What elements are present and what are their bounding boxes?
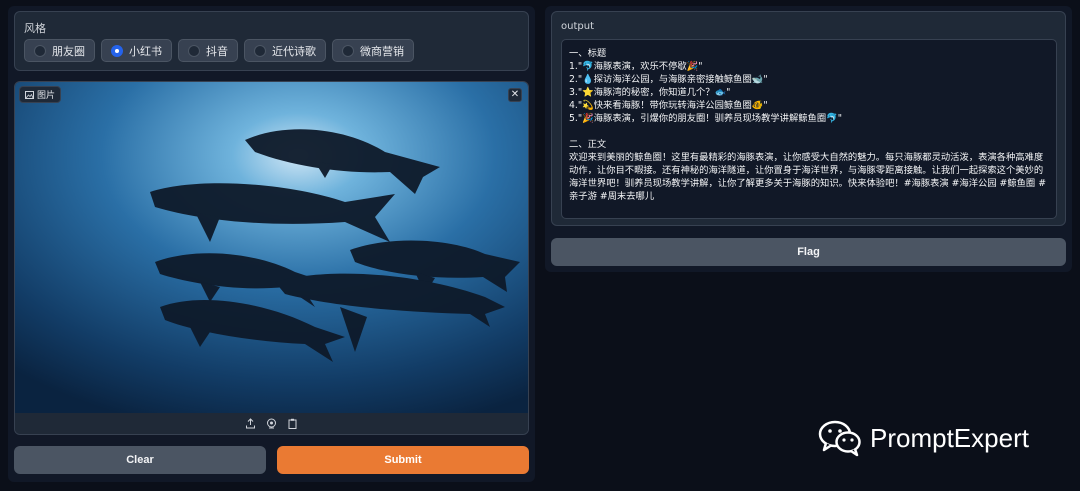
radio-dot[interactable] (188, 44, 200, 57)
output-spacer (569, 125, 1049, 138)
style-option-modern-poetry[interactable]: 近代诗歌 (244, 39, 326, 62)
image-toolbar (15, 413, 528, 434)
output-block: output 一、标题 1."🐬海豚表演，欢乐不停歇🎉" 2."💧探访海洋公园，… (551, 11, 1066, 226)
flag-button[interactable]: Flag (551, 238, 1066, 266)
output-title-1: 1."🐬海豚表演，欢乐不停歇🎉" (569, 61, 703, 72)
output-panel: output 一、标题 1."🐬海豚表演，欢乐不停歇🎉" 2."💧探访海洋公园，… (545, 6, 1072, 272)
image-label-text: 图片 (37, 91, 56, 101)
webcam-icon[interactable] (266, 418, 278, 430)
radio-dot[interactable] (342, 44, 354, 57)
watermark: PromptExpert (818, 419, 1029, 457)
submit-button[interactable]: Submit (277, 446, 529, 474)
output-title-4: 4."💫快来看海豚！带你玩转海洋公园鲸鱼圈🐠" (569, 100, 768, 111)
output-title-3: 3."⭐海豚湾的秘密，你知道几个？🐟" (569, 87, 731, 98)
watermark-text: PromptExpert (870, 422, 1029, 453)
upload-icon[interactable] (245, 418, 257, 430)
close-icon[interactable]: ✕ (508, 88, 522, 102)
image-icon (25, 90, 34, 99)
option-label: 微商营销 (360, 44, 404, 58)
style-options: 朋友圈 小红书 抖音 近代诗歌 微商营销 (24, 39, 414, 62)
output-label: output (561, 21, 594, 32)
radio-dot[interactable] (34, 44, 46, 57)
clipboard-icon[interactable] (287, 418, 299, 430)
style-option-douyin[interactable]: 抖音 (178, 39, 238, 62)
image-label: 图片 (19, 86, 62, 103)
output-title-5: 5."🎉海豚表演，引爆你的朋友圈！驯养员现场教学讲解鲸鱼圈🐬" (569, 113, 842, 124)
style-option-wechat-marketing[interactable]: 微商营销 (332, 39, 414, 62)
output-title-2: 2."💧探访海洋公园，与海豚亲密接触鲸鱼圈🐋" (569, 74, 768, 85)
input-panel: 风格 朋友圈 小红书 抖音 近代诗歌 微商营销 图片 ✕ Clear Submi… (8, 6, 535, 482)
style-option-pengyouquan[interactable]: 朋友圈 (24, 39, 95, 62)
output-heading-body: 二、正文 (569, 139, 607, 150)
image-input[interactable]: 图片 ✕ (14, 81, 529, 435)
style-option-xiaohongshu[interactable]: 小红书 (101, 39, 172, 62)
output-heading-titles: 一、标题 (569, 48, 607, 59)
clear-button[interactable]: Clear (14, 446, 266, 474)
option-label: 近代诗歌 (272, 44, 316, 58)
option-label: 小红书 (129, 44, 162, 58)
option-label: 抖音 (206, 44, 228, 58)
radio-dot[interactable] (254, 44, 266, 57)
dolphins-photo (15, 82, 528, 415)
option-label: 朋友圈 (52, 44, 85, 58)
radio-dot[interactable] (111, 44, 123, 57)
wechat-icon (818, 420, 861, 457)
style-radio-group: 风格 朋友圈 小红书 抖音 近代诗歌 微商营销 (14, 11, 529, 71)
output-body-text: 欢迎来到美丽的鲸鱼圈！这里有最精彩的海豚表演，让你感受大自然的魅力。每只海豚都灵… (569, 152, 1046, 202)
output-textbox[interactable]: 一、标题 1."🐬海豚表演，欢乐不停歇🎉" 2."💧探访海洋公园，与海豚亲密接触… (561, 39, 1057, 219)
style-label: 风格 (24, 22, 46, 35)
